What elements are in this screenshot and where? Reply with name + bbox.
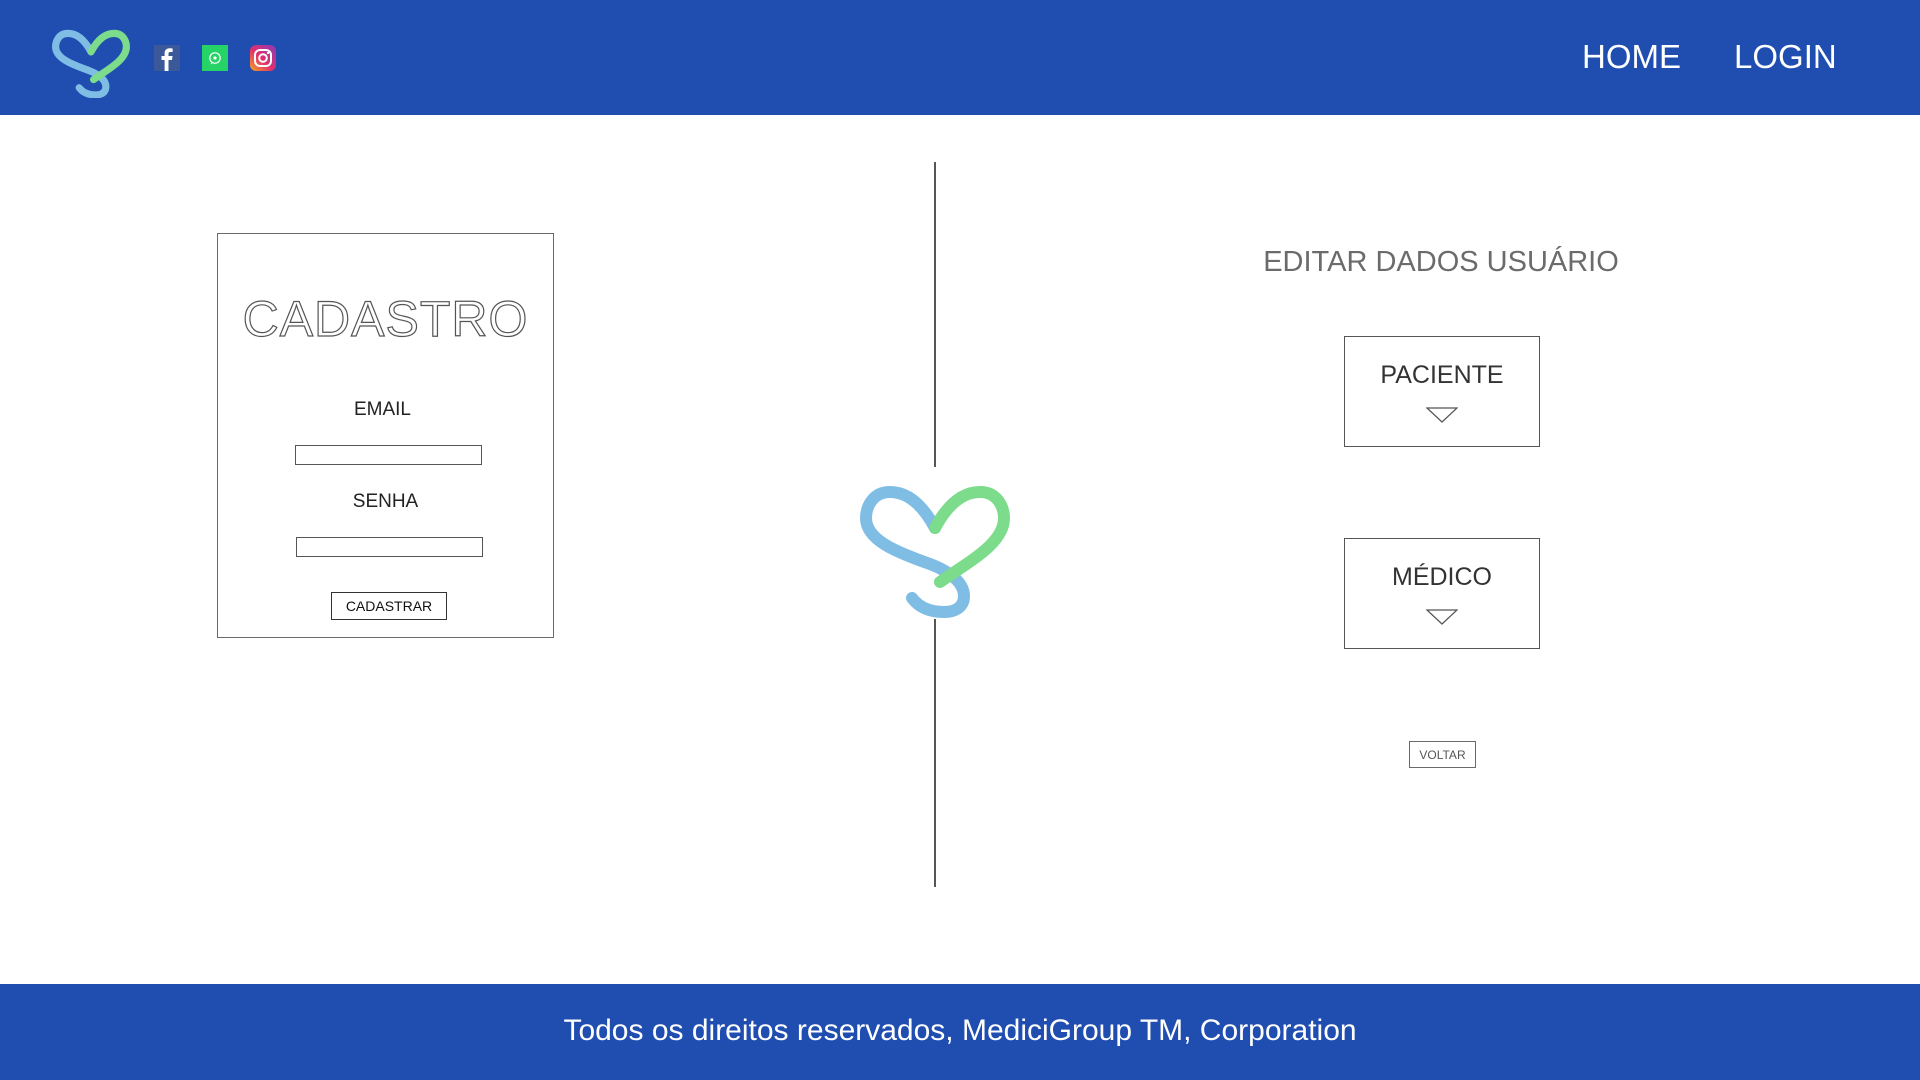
whatsapp-icon[interactable] (202, 45, 228, 71)
email-field[interactable] (295, 445, 482, 465)
site-footer: Todos os direitos reservados, MediciGrou… (0, 984, 1920, 1080)
edit-user-title: EDITAR DADOS USUÁRIO (1263, 246, 1619, 278)
patient-dropdown[interactable]: PACIENTE (1344, 336, 1540, 447)
password-label: SENHA (352, 491, 419, 512)
register-button[interactable]: CADASTRAR (331, 592, 447, 620)
doctor-dropdown[interactable]: MÉDICO (1344, 538, 1540, 649)
logo-heart-icon (860, 485, 1010, 618)
patient-dropdown-label: PACIENTE (1380, 361, 1504, 389)
back-button[interactable]: VOLTAR (1409, 741, 1476, 768)
nav-login-link[interactable]: LOGIN (1734, 38, 1837, 76)
logo-icon[interactable] (52, 18, 130, 98)
vertical-divider (934, 619, 936, 887)
doctor-dropdown-label: MÉDICO (1392, 563, 1492, 591)
vertical-divider (934, 162, 936, 467)
footer-copyright: Todos os direitos reservados, MediciGrou… (563, 1014, 1357, 1047)
chevron-down-icon (1426, 609, 1458, 625)
register-panel: CADASTRO EMAIL SENHA CADASTRAR (217, 233, 554, 638)
site-header: HOME LOGIN (0, 0, 1920, 115)
chevron-down-icon (1426, 407, 1458, 423)
nav-home-link[interactable]: HOME (1582, 38, 1681, 76)
password-field[interactable] (296, 537, 483, 557)
register-title: CADASTRO (242, 290, 529, 347)
email-label: EMAIL (353, 399, 412, 420)
facebook-icon[interactable] (154, 45, 180, 71)
instagram-icon[interactable] (250, 45, 276, 71)
